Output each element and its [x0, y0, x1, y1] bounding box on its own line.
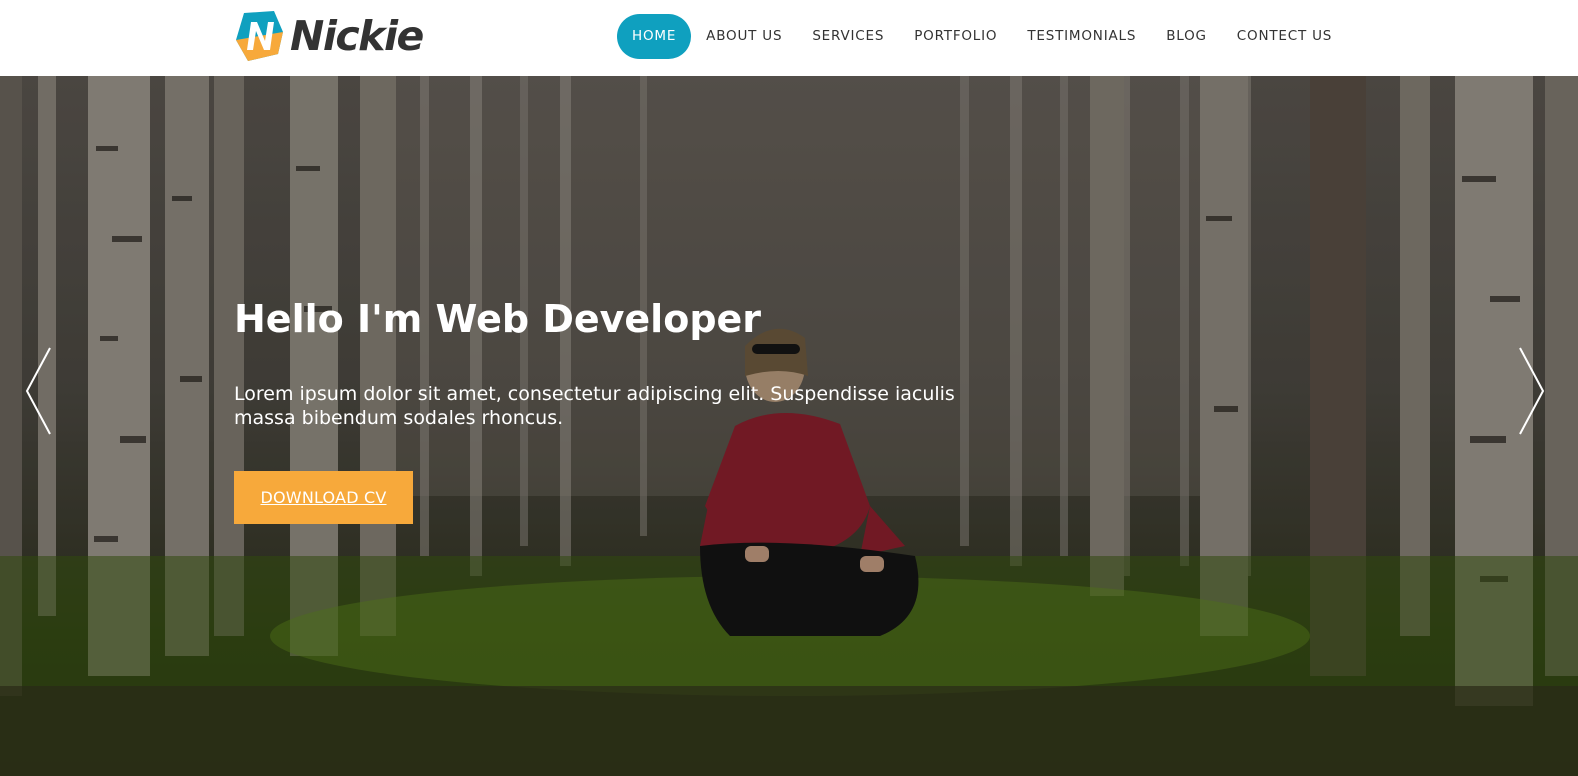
nav-testimonials[interactable]: TESTIMONIALS	[1012, 14, 1151, 59]
main-nav: HOME ABOUT US SERVICES PORTFOLIO TESTIMO…	[617, 14, 1347, 59]
chevron-left-icon[interactable]	[24, 346, 54, 436]
chevron-right-icon[interactable]	[1516, 346, 1546, 436]
nav-contact-us[interactable]: CONTECT US	[1222, 14, 1347, 59]
download-cv-button[interactable]: DOWNLOAD CV	[234, 471, 413, 524]
hero-slider: Hello I'm Web Developer Lorem ipsum dolo…	[0, 76, 1578, 776]
hero-title: Hello I'm Web Developer	[234, 297, 762, 341]
site-header: Nickie HOME ABOUT US SERVICES PORTFOLIO …	[0, 0, 1578, 76]
nav-portfolio[interactable]: PORTFOLIO	[899, 14, 1012, 59]
nav-about-us[interactable]: ABOUT US	[691, 14, 797, 59]
nav-home[interactable]: HOME	[617, 14, 692, 59]
logo-icon	[236, 11, 283, 61]
logo-link[interactable]: Nickie	[234, 9, 424, 63]
nav-services[interactable]: SERVICES	[797, 14, 899, 59]
hero-description: Lorem ipsum dolor sit amet, consectetur …	[234, 383, 955, 429]
nav-blog[interactable]: BLOG	[1151, 14, 1222, 59]
brand-name: Nickie	[290, 11, 424, 60]
